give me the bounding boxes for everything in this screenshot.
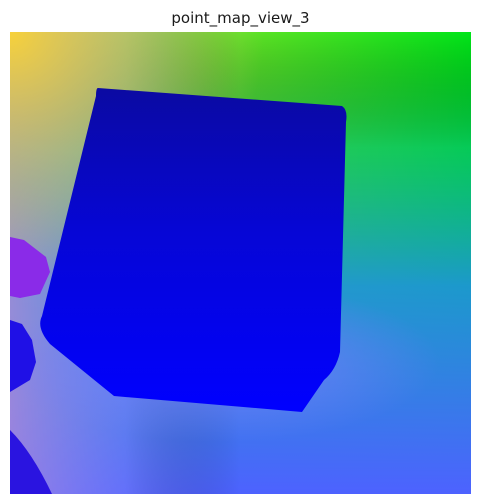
figure: point_map_view_3: [0, 0, 481, 504]
point-map-canvas: [10, 32, 471, 494]
point-map-image: [10, 32, 471, 494]
figure-title: point_map_view_3: [171, 9, 310, 27]
cube: [40, 88, 347, 412]
